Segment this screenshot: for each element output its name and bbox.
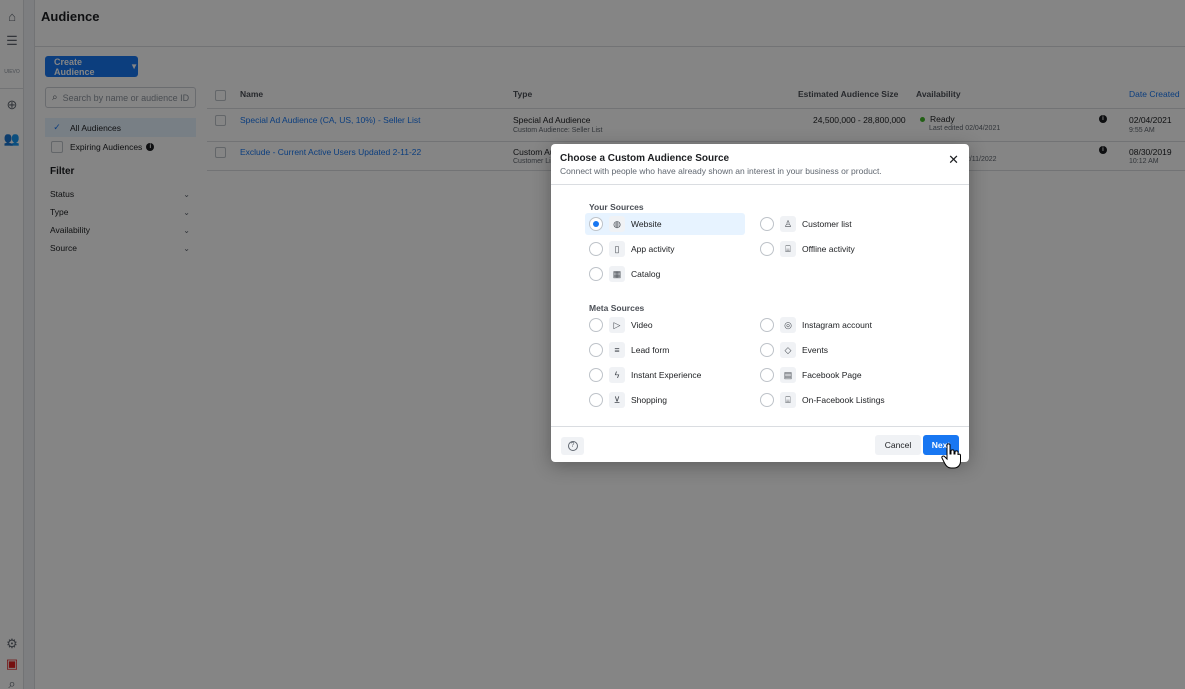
close-icon[interactable]: ✕ [948, 152, 959, 168]
option-catalog[interactable]: ▦ Catalog [585, 263, 745, 285]
list-icon: ≡ [609, 342, 625, 358]
radio[interactable] [760, 242, 774, 256]
option-label: Video [631, 320, 653, 330]
option-offline-activity[interactable]: ⌸ Offline activity [756, 238, 916, 260]
option-website[interactable]: ◍ Website [585, 213, 745, 235]
dialog-title: Choose a Custom Audience Source [560, 153, 730, 164]
option-video[interactable]: ▷ Video [585, 314, 745, 336]
option-shopping[interactable]: ⊻ Shopping [585, 389, 745, 411]
option-label: Customer list [802, 219, 852, 229]
radio[interactable] [760, 393, 774, 407]
option-label: Website [631, 219, 662, 229]
option-label: On-Facebook Listings [802, 395, 885, 405]
cancel-button[interactable]: Cancel [875, 435, 921, 455]
option-lead-form[interactable]: ≡ Lead form [585, 339, 745, 361]
person-icon: ♙ [780, 216, 796, 232]
shop-icon: ⌸ [780, 392, 796, 408]
option-label: Instagram account [802, 320, 872, 330]
store-icon: ⌸ [780, 241, 796, 257]
option-label: Catalog [631, 269, 661, 279]
option-facebook-page[interactable]: ▤ Facebook Page [756, 364, 916, 386]
phone-icon: ▯ [609, 241, 625, 257]
bolt-icon: ϟ [609, 367, 625, 383]
grid-icon: ▦ [609, 266, 625, 282]
option-instant-experience[interactable]: ϟ Instant Experience [585, 364, 745, 386]
radio[interactable] [760, 217, 774, 231]
option-label: Instant Experience [631, 370, 702, 380]
page-icon: ▤ [780, 367, 796, 383]
option-instagram-account[interactable]: ◎ Instagram account [756, 314, 916, 336]
radio[interactable] [589, 242, 603, 256]
play-icon: ▷ [609, 317, 625, 333]
option-label: Facebook Page [802, 370, 862, 380]
option-app-activity[interactable]: ▯ App activity [585, 238, 745, 260]
help-icon: ? [567, 441, 578, 451]
cart-icon: ⊻ [609, 392, 625, 408]
option-label: Lead form [631, 345, 670, 355]
radio[interactable] [760, 368, 774, 382]
radio[interactable] [760, 343, 774, 357]
your-sources-label: Your Sources [589, 202, 644, 212]
tag-icon: ◇ [780, 342, 796, 358]
option-label: Offline activity [802, 244, 855, 254]
option-on-facebook-listings[interactable]: ⌸ On-Facebook Listings [756, 389, 916, 411]
option-label: Events [802, 345, 828, 355]
instagram-icon: ◎ [780, 317, 796, 333]
option-label: Shopping [631, 395, 667, 405]
dialog-subtitle: Connect with people who have already sho… [560, 166, 882, 176]
radio[interactable] [760, 318, 774, 332]
help-button[interactable]: ? [561, 437, 584, 455]
option-label: App activity [631, 244, 675, 254]
custom-audience-source-dialog: Choose a Custom Audience Source Connect … [551, 144, 969, 462]
radio[interactable] [589, 368, 603, 382]
radio[interactable] [589, 318, 603, 332]
globe-icon: ◍ [609, 216, 625, 232]
option-customer-list[interactable]: ♙ Customer list [756, 213, 916, 235]
hand-cursor-icon [941, 443, 961, 469]
radio[interactable] [589, 393, 603, 407]
radio[interactable] [589, 343, 603, 357]
meta-sources-label: Meta Sources [589, 303, 645, 313]
radio[interactable] [589, 267, 603, 281]
radio-selected[interactable] [589, 217, 603, 231]
option-events[interactable]: ◇ Events [756, 339, 916, 361]
